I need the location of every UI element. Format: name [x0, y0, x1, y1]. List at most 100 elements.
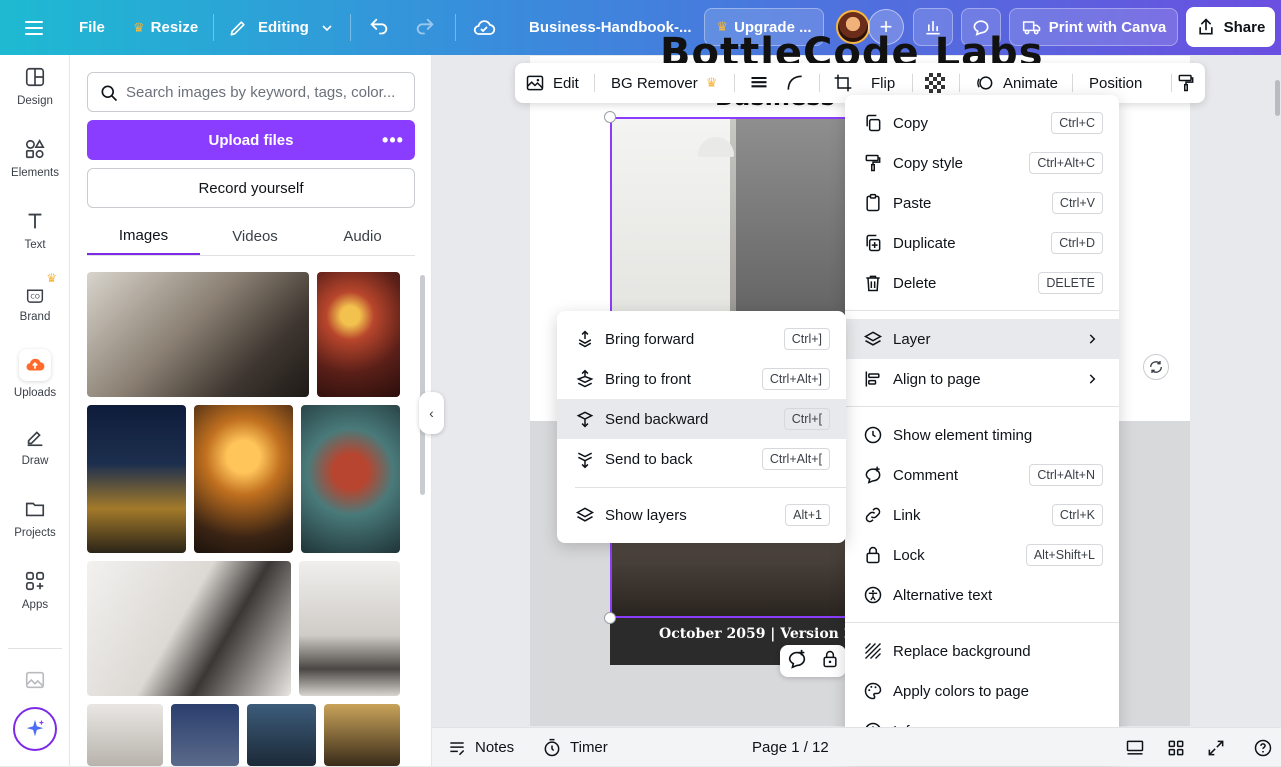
layer-submenu: Bring forward Ctrl+] Bring to front Ctrl… — [557, 311, 846, 543]
thumbnail-grid-button[interactable] — [1166, 728, 1186, 767]
canvas-scrollbar[interactable] — [1275, 80, 1280, 116]
tab-videos[interactable]: Videos — [200, 217, 310, 255]
menu-item-apply-colors-to-page[interactable]: Apply colors to page — [845, 671, 1119, 711]
file-menu-button[interactable]: File — [79, 0, 105, 55]
hamburger-menu-button[interactable] — [22, 0, 46, 55]
image-thumbnail[interactable] — [301, 405, 400, 553]
menu-item-layer[interactable]: Layer — [845, 319, 1119, 359]
menu-item-link[interactable]: Link Ctrl+K — [845, 495, 1119, 535]
image-thumbnail[interactable] — [317, 272, 400, 397]
send-backward-icon — [576, 411, 594, 428]
undo-button[interactable] — [368, 0, 390, 55]
menu-item-send-backward[interactable]: Send backward Ctrl+[ — [557, 399, 846, 439]
search-input[interactable]: Search images by keyword, tags, color... — [87, 72, 415, 112]
menu-icon — [25, 20, 43, 35]
panel-scrollbar[interactable] — [418, 267, 426, 757]
editing-mode-button[interactable]: Editing — [228, 0, 335, 55]
image-thumbnail[interactable] — [87, 405, 186, 553]
menu-item-bring-forward[interactable]: Bring forward Ctrl+] — [557, 319, 846, 359]
trash-icon — [866, 275, 880, 292]
resize-handle[interactable] — [604, 612, 616, 624]
record-yourself-button[interactable]: Record yourself — [87, 168, 415, 208]
rail-item-elements[interactable]: Elements — [0, 127, 70, 189]
copy-style-button[interactable] — [1176, 63, 1196, 103]
menu-item-copy-style[interactable]: Copy style Ctrl+Alt+C — [845, 143, 1119, 183]
menu-item-delete[interactable]: Delete DELETE — [845, 263, 1119, 303]
divider — [594, 74, 595, 92]
tab-images[interactable]: Images — [87, 217, 200, 255]
fullscreen-button[interactable] — [1206, 728, 1226, 767]
rail-item-text[interactable]: Text — [0, 199, 70, 261]
image-thumbnail[interactable] — [87, 561, 291, 696]
menu-item-lock[interactable]: Lock Alt+Shift+L — [845, 535, 1119, 575]
menu-item-copy[interactable]: Copy Ctrl+C — [845, 103, 1119, 143]
redo-button[interactable] — [414, 0, 436, 55]
menu-divider — [845, 622, 1119, 623]
upload-files-button[interactable]: Upload files ••• — [87, 120, 415, 160]
notes-button[interactable]: Notes — [447, 728, 514, 767]
image-edit-icon — [526, 75, 544, 91]
chevron-right-icon — [1089, 334, 1096, 344]
divider — [912, 74, 913, 92]
rail-item-draw[interactable]: Draw — [0, 415, 70, 477]
menu-divider — [845, 406, 1119, 407]
resize-handle[interactable] — [604, 111, 616, 123]
menu-item-comment[interactable]: Comment Ctrl+Alt+N — [845, 455, 1119, 495]
add-comment-icon[interactable] — [786, 648, 808, 675]
brand-icon: CO ♛ — [23, 271, 57, 305]
comment-icon — [865, 466, 881, 484]
image-thumbnail[interactable] — [87, 704, 163, 766]
unlock-icon[interactable] — [820, 649, 840, 674]
image-thumbnail[interactable] — [171, 704, 239, 766]
share-button[interactable]: Share — [1186, 7, 1275, 47]
border-style-button[interactable] — [749, 63, 769, 103]
rail-item-projects[interactable]: Projects — [0, 487, 70, 549]
timer-icon — [544, 738, 560, 756]
divider — [1171, 74, 1172, 92]
image-thumbnail[interactable] — [87, 272, 309, 397]
menu-item-duplicate[interactable]: Duplicate Ctrl+D — [845, 223, 1119, 263]
projects-icon — [23, 497, 47, 521]
cloud-save-status[interactable] — [472, 0, 496, 55]
pages-view-icon — [1126, 740, 1144, 755]
image-thumbnail[interactable] — [299, 561, 400, 696]
image-thumbnail[interactable] — [194, 405, 293, 553]
menu-item-alternative-text[interactable]: Alternative text — [845, 575, 1119, 615]
image-icon[interactable] — [24, 669, 46, 696]
rail-item-apps[interactable]: Apps — [0, 559, 70, 621]
magic-assistant-button[interactable] — [13, 707, 57, 751]
image-thumbnail[interactable] — [324, 704, 400, 766]
grid-view-button[interactable] — [1125, 728, 1145, 767]
menu-item-replace-background[interactable]: Replace background — [845, 631, 1119, 671]
rail-item-brand[interactable]: CO ♛ Brand — [0, 271, 70, 333]
design-icon — [23, 65, 47, 89]
divider — [87, 255, 415, 256]
page-indicator[interactable]: Page 1 / 12 — [752, 728, 829, 767]
chevron-down-icon — [322, 24, 332, 31]
context-menu: Copy Ctrl+C Copy style Ctrl+Alt+C Paste … — [845, 95, 1119, 759]
corner-rounding-button[interactable] — [785, 63, 805, 103]
top-bar: File ♛ Resize Editing Business-Handbook-.… — [0, 0, 1281, 55]
more-options-button[interactable]: ••• — [381, 120, 405, 160]
edit-image-button[interactable]: Edit — [525, 63, 579, 103]
animate-icon — [977, 76, 993, 90]
menu-item-paste[interactable]: Paste Ctrl+V — [845, 183, 1119, 223]
menu-item-bring-to-front[interactable]: Bring to front Ctrl+Alt+] — [557, 359, 846, 399]
rotate-button[interactable] — [1143, 354, 1169, 380]
resize-button[interactable]: ♛ Resize — [133, 0, 198, 55]
scrollbar-thumb[interactable] — [420, 275, 425, 495]
menu-item-send-to-back[interactable]: Send to back Ctrl+Alt+[ — [557, 439, 846, 479]
collapse-panel-button[interactable]: ‹ — [419, 392, 444, 434]
menu-item-show-element-timing[interactable]: Show element timing — [845, 415, 1119, 455]
bg-remover-button[interactable]: BG Remover ♛ — [611, 63, 717, 103]
menu-item-show-layers[interactable]: Show layers Alt+1 — [557, 495, 846, 535]
rail-item-design[interactable]: Design — [0, 55, 70, 117]
crop-icon — [834, 74, 852, 92]
tab-audio[interactable]: Audio — [310, 217, 415, 255]
image-thumbnail[interactable] — [247, 704, 316, 766]
menu-item-align-to-page[interactable]: Align to page — [845, 359, 1119, 399]
rail-item-uploads[interactable]: Uploads — [0, 343, 70, 405]
bottom-bar: Notes Timer Page 1 / 12 — [432, 727, 1281, 766]
help-button[interactable] — [1253, 728, 1273, 767]
timer-button[interactable]: Timer — [542, 728, 608, 767]
